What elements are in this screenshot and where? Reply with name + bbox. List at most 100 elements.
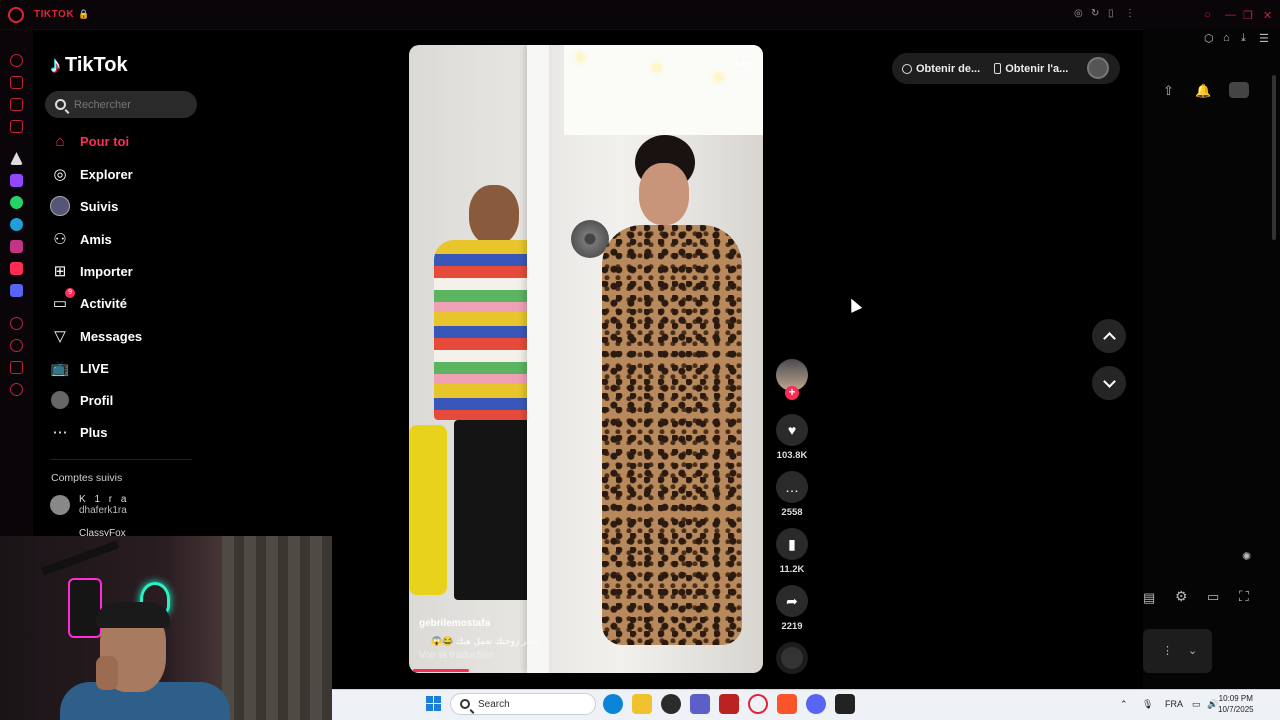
sidebar-settings-icon[interactable] bbox=[10, 383, 23, 396]
sidebar-player-icon[interactable] bbox=[10, 120, 23, 133]
nav-item-profil[interactable]: Profil bbox=[50, 387, 200, 413]
comment-icon[interactable]: … bbox=[776, 471, 808, 503]
edge-icon[interactable] bbox=[603, 694, 623, 714]
sidebar-twitch-icon[interactable] bbox=[10, 174, 23, 187]
teams-icon[interactable] bbox=[690, 694, 710, 714]
close-icon[interactable]: ✕ bbox=[1263, 9, 1272, 22]
scrollbar[interactable] bbox=[1272, 75, 1276, 240]
download-icon[interactable]: ⤓ bbox=[1241, 32, 1246, 45]
search-box[interactable] bbox=[45, 91, 197, 118]
taskbar-clock[interactable]: 10:09 PM 10/7/2025 bbox=[1218, 693, 1254, 715]
bell-icon[interactable]: 🔔 bbox=[1195, 83, 1211, 99]
sidebar-whatsapp-icon[interactable] bbox=[10, 196, 23, 209]
nav-item-amis[interactable]: ⚇ Amis bbox=[50, 226, 200, 252]
nav-label: Amis bbox=[80, 231, 112, 247]
video-progress-bar[interactable] bbox=[413, 669, 469, 672]
camera-icon[interactable]: ◎ bbox=[1074, 8, 1083, 19]
tiktok-wordmark: TikTok bbox=[65, 53, 128, 76]
opera-logo-icon[interactable] bbox=[8, 7, 24, 23]
subtitles-icon[interactable]: ▤ bbox=[1143, 590, 1155, 606]
menu-dots-icon[interactable]: ⋮ bbox=[1125, 8, 1135, 19]
nav-item-live[interactable]: 📺 LIVE bbox=[50, 355, 200, 381]
like-action[interactable]: ♥ 103.8K bbox=[776, 414, 808, 461]
nav-item-suivis[interactable]: Suivis bbox=[50, 193, 200, 219]
microphone-icon[interactable]: 🎙 bbox=[1142, 699, 1153, 710]
app-icon[interactable] bbox=[719, 694, 739, 714]
tray-chevron-icon[interactable]: ⌃ bbox=[1120, 699, 1128, 710]
sidebar-history-icon[interactable] bbox=[10, 54, 23, 67]
file-explorer-icon[interactable] bbox=[632, 694, 652, 714]
video-more-icon[interactable]: ••• bbox=[735, 55, 753, 71]
tiktok-logo[interactable]: ♪ TikTok bbox=[50, 52, 128, 78]
video-player[interactable]: ••• gebrilemostafa احذر زوجتك تعمل هيك 😂… bbox=[409, 45, 763, 673]
taskbar-search[interactable]: Search bbox=[450, 693, 596, 715]
opera-icon[interactable] bbox=[748, 694, 768, 714]
sidebar-play-icon[interactable] bbox=[10, 317, 23, 330]
nav-item-pour-toi[interactable]: ⌂ Pour toi bbox=[50, 128, 200, 154]
sidebar-aria-icon[interactable] bbox=[10, 152, 23, 165]
user-avatar[interactable] bbox=[1087, 57, 1109, 79]
profile-icon bbox=[50, 390, 70, 410]
upload-icon[interactable]: ⇧ bbox=[1163, 83, 1174, 99]
discord-icon[interactable] bbox=[806, 694, 826, 714]
windows-start-icon[interactable] bbox=[426, 696, 441, 711]
share-icon[interactable]: ➦ bbox=[776, 585, 808, 617]
inbox-icon: ▭ 9 bbox=[50, 288, 75, 313]
volume-icon[interactable]: 🔊 bbox=[1207, 699, 1218, 710]
app-icon[interactable] bbox=[835, 694, 855, 714]
extensions-icon[interactable]: ⬡ bbox=[1204, 32, 1214, 45]
music-disc-icon[interactable] bbox=[776, 642, 808, 674]
menu-dots-icon[interactable]: ⋮ bbox=[1162, 644, 1173, 657]
more-icon: ⋯ bbox=[52, 424, 68, 441]
sidebar-clock-icon[interactable] bbox=[10, 339, 23, 352]
fullscreen-icon[interactable]: ⛶ bbox=[1239, 588, 1249, 605]
theater-mode-icon[interactable]: ▭ bbox=[1207, 589, 1219, 605]
nav-item-activite[interactable]: ▭ 9 Activité bbox=[50, 288, 200, 316]
sidebar-telegram-icon[interactable] bbox=[10, 218, 23, 231]
sidebar-chat-icon[interactable] bbox=[10, 98, 23, 111]
bookmark-icon[interactable]: ▮ bbox=[776, 528, 808, 560]
sidebar-tiktok-icon[interactable] bbox=[10, 262, 23, 275]
see-translation-link[interactable]: Voir la traduction bbox=[419, 650, 494, 661]
tab-title[interactable]: TIKTOK bbox=[34, 9, 74, 20]
nav-item-plus[interactable]: ⋯ Plus bbox=[50, 419, 200, 445]
language-indicator[interactable]: FRA bbox=[1165, 699, 1183, 709]
network-icon[interactable]: ▭ bbox=[1192, 699, 1201, 710]
easy-setup-icon[interactable]: ☰ bbox=[1259, 32, 1269, 45]
nav-item-explorer[interactable]: ◎ Explorer bbox=[50, 161, 200, 187]
account-name: K 1 r a bbox=[79, 494, 130, 505]
sidebar-instagram-icon[interactable] bbox=[10, 240, 23, 253]
activity-badge: 9 bbox=[65, 288, 75, 298]
header-actions-pill: Obtenir de... Obtenir l'a... bbox=[892, 53, 1120, 84]
followed-account[interactable]: K 1 r a dhaferk1ra bbox=[50, 494, 129, 516]
brave-icon[interactable] bbox=[777, 694, 797, 714]
sidebar-discord-icon[interactable] bbox=[10, 284, 23, 297]
ceiling-light bbox=[576, 53, 585, 62]
minimize-icon[interactable]: — bbox=[1225, 9, 1236, 21]
settings-gear-icon[interactable]: ⚙ bbox=[1175, 588, 1188, 605]
video-author[interactable]: gebrilemostafa bbox=[419, 618, 490, 629]
previous-video-button[interactable] bbox=[1092, 319, 1126, 353]
comment-action[interactable]: … 2558 bbox=[776, 471, 808, 518]
vpn-icon[interactable]: ⌂ bbox=[1223, 32, 1230, 44]
sidebar-bag-icon[interactable] bbox=[10, 76, 23, 89]
reload-icon[interactable]: ↻ bbox=[1091, 8, 1099, 19]
save-action[interactable]: ▮ 11.2K bbox=[776, 528, 808, 575]
tiktok-note-icon: ♪ bbox=[50, 52, 61, 77]
app-icon[interactable] bbox=[661, 694, 681, 714]
next-video-button[interactable] bbox=[1092, 366, 1126, 400]
search-input[interactable] bbox=[74, 98, 184, 111]
search-icon[interactable]: ○ bbox=[1204, 9, 1211, 21]
chevron-down-icon[interactable]: ⌄ bbox=[1188, 644, 1197, 657]
heart-icon[interactable]: ♥ bbox=[776, 414, 808, 446]
nav-item-messages[interactable]: ▽ Messages bbox=[50, 323, 200, 349]
follow-plus-icon[interactable]: + bbox=[785, 386, 799, 400]
get-coins-button[interactable]: Obtenir de... bbox=[902, 63, 980, 75]
pin-icon[interactable]: ▯ bbox=[1108, 8, 1114, 19]
sidebar-cube-icon[interactable] bbox=[10, 361, 23, 374]
restore-icon[interactable]: ❐ bbox=[1243, 9, 1253, 22]
nav-item-importer[interactable]: ⊞ Importer bbox=[50, 258, 200, 284]
get-app-button[interactable]: Obtenir l'a... bbox=[994, 63, 1068, 75]
share-action[interactable]: ➦ 2219 bbox=[776, 585, 808, 632]
account-avatar-icon[interactable] bbox=[1229, 82, 1249, 98]
